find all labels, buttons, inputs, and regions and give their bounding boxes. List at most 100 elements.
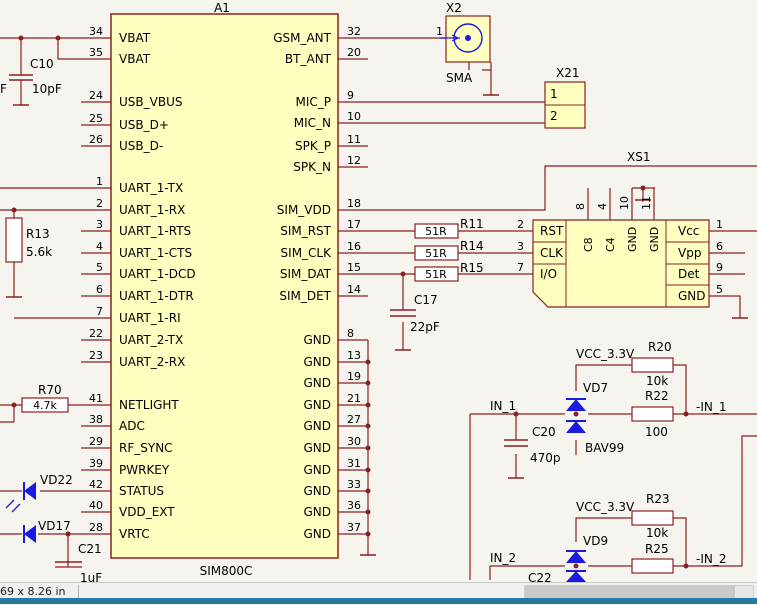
sim-holder-xs1[interactable]: XS1 2 RST 3 CLK 7 I/O 8 C8 4 C4 10 GND 11 GND Vcc 1 Vp… [517,150,723,308]
ic-pin-number: 26 [89,133,103,146]
resistor-r15[interactable]: 51R R15 [414,261,484,282]
resistor-r20[interactable]: R20 10k [631,340,674,388]
capacitor-c21[interactable]: C21 1uF [55,542,102,585]
ic-pin-number: 25 [89,112,103,125]
ic-pin-name: PWRKEY [119,463,170,477]
ic-pin-name: STATUS [119,484,164,498]
ic-pin-number: 36 [347,499,361,512]
vd22-refdes: VD22 [40,473,73,487]
sim-pin-number: 7 [517,261,524,274]
diode-vd9[interactable]: VD9 [566,534,608,582]
ic-pin-name: UART_2-TX [119,333,183,347]
ic-pin-number: 40 [89,499,103,512]
resistor-r14[interactable]: 51R R14 [414,239,484,261]
ic-pin-number: 39 [89,457,103,470]
antenna-x2[interactable]: X2 1 SMA [436,1,491,85]
resistor-r22[interactable]: R22 100 [631,389,674,439]
sim-pin-name: RST [540,224,564,238]
diode-vd17[interactable]: VD17 [23,519,71,543]
ic-pin-number: 20 [347,46,361,59]
c17-refdes: C17 [414,293,438,307]
r23-refdes: R23 [646,492,670,506]
ic-pin-number: 24 [89,89,103,102]
ic-pin-number: 28 [89,521,103,534]
r25-refdes: R25 [645,542,669,556]
r70-value: 4.7k [33,399,57,412]
resistor-r25[interactable]: R25 [631,542,674,574]
sim-top-pin-name: C4 [604,237,617,252]
ic-pin-name: USB_D- [119,139,163,153]
ic-pin-number: 5 [96,261,103,274]
sim-pin-name: I/O [540,267,557,281]
net-label-in2-out: -IN_2 [696,552,726,566]
r20-value: 10k [646,374,668,388]
ic-pin-name: USB_D+ [119,118,169,132]
ic-pin-name: UART_1-DTR [119,289,194,303]
capacitor-c10[interactable]: C10 10pF F [0,57,62,96]
resistor-r70[interactable]: R70 4.7k [21,383,69,413]
r22-value: 100 [645,425,668,439]
ic-pin-name: GND [303,419,331,433]
sim-top-pin-number: 8 [574,203,587,210]
ic-pin-number: 19 [347,370,361,383]
ic-pin-name: GND [303,484,331,498]
net-label-in1-out: -IN_1 [696,400,726,414]
sim-top-pin-number: 10 [618,196,631,210]
c20-value: 470p [530,451,561,465]
resistor-r13[interactable]: R13 5.6k [5,217,52,263]
ic-pin-number: 18 [347,197,361,210]
ic-pin-name: ADC [119,419,145,433]
resistor-r23[interactable]: R23 10k [631,492,674,540]
ic-pin-number: 9 [347,89,354,102]
ic-pin-number: 8 [347,327,354,340]
ic-pin-name: GND [303,398,331,412]
sim-right-pin-name: Vcc [678,224,699,238]
sim-right-pin-number: 5 [716,283,723,296]
schematic-canvas[interactable]: A1 SIM800C 34 VBAT35 VBAT24 USB_VBUS25 USB_D… [0,0,757,604]
r14-refdes: R14 [460,239,484,253]
ic-pin-name: USB_VBUS [119,95,182,109]
ic-pin-number: 15 [347,261,361,274]
sim-top-pin-name: GND [648,227,661,252]
c21-refdes: C21 [78,542,102,556]
ic-pin-name: SPK_P [295,139,331,153]
r13-refdes: R13 [26,227,50,241]
ic-pin-number: 33 [347,478,361,491]
svg-text:VCC_3.3V: VCC_3.3V [576,500,635,514]
x2-value: SMA [446,71,473,85]
sim-pin-name: CLK [540,246,564,260]
r23-value: 10k [646,526,668,540]
c20-refdes: C20 [532,425,556,439]
ic-pin-name: GND [303,441,331,455]
ic-pin-name: SIM_VDD [277,203,331,217]
ic-pin-number: 29 [89,435,103,448]
x2-pin: 1 [436,25,443,38]
sim-right-pin-number: 1 [716,218,723,231]
diode-vd7[interactable]: VD7 BAV99 [566,381,624,455]
capacitor-c20[interactable]: C20 470p [504,425,561,465]
r20-refdes: R20 [648,340,672,354]
ic-pin-name: GND [303,376,331,390]
ic-pin-number: 22 [89,327,103,340]
diode-vd22[interactable]: VD22 [5,473,73,513]
sim-right-pin-number: 9 [716,261,723,274]
r15-value: 51R [425,268,447,281]
sim-right-pin-name: GND [678,289,706,303]
vd9-refdes: VD9 [583,534,608,548]
vd17-refdes: VD17 [38,519,71,533]
resistor-r11[interactable]: 51R R11 [414,217,484,239]
ic-pin-number: 31 [347,457,361,470]
x2-refdes: X2 [446,1,462,15]
sim-right-pin-name: Det [678,267,700,281]
header-x21[interactable]: X21 1 2 [544,66,586,129]
r70-refdes: R70 [38,383,62,397]
capacitor-c17[interactable]: C17 22pF [390,293,440,334]
ic-pin-number: 32 [347,25,361,38]
ic-a1[interactable]: A1 SIM800C 34 VBAT35 VBAT24 USB_VBUS25 USB_D… [81,1,368,578]
ic-pin-name: UART_1-RX [119,203,185,217]
ic-pin-number: 27 [347,413,361,426]
r13-value: 5.6k [26,245,52,259]
ic-pin-name: UART_2-RX [119,355,185,369]
x21-refdes: X21 [556,66,580,80]
net-label-in2: IN_2 [490,551,516,565]
